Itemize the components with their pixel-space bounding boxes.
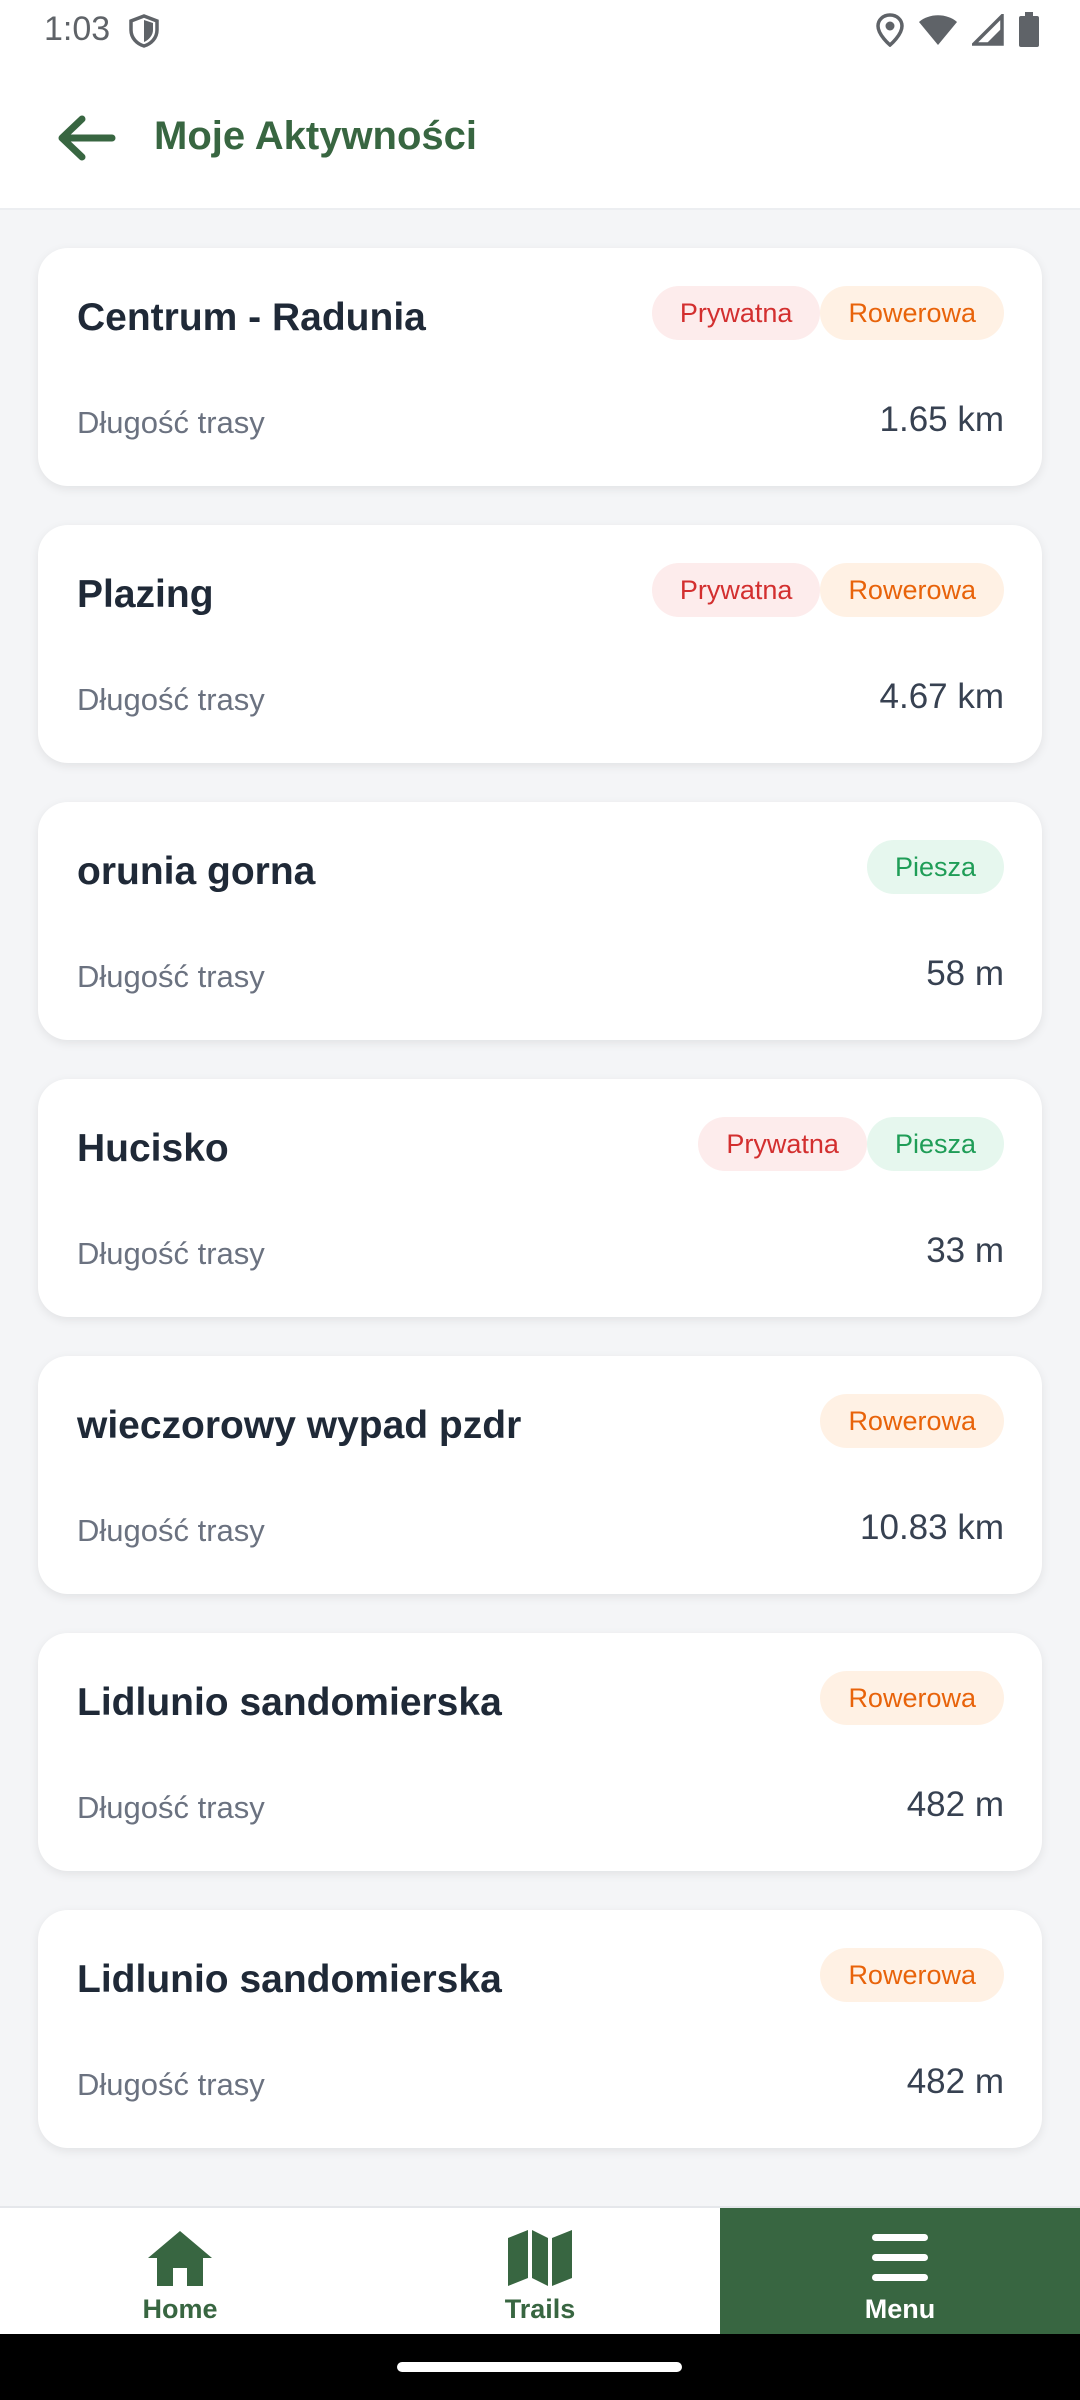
nav-menu[interactable]: Menu	[720, 2208, 1080, 2336]
system-nav-bar	[0, 2334, 1080, 2400]
length-value: 482 m	[906, 2062, 1004, 2101]
length-label: Długość trasy	[77, 405, 265, 440]
length-value: 58 m	[926, 954, 1004, 993]
activity-badges: Rowerowa	[820, 1671, 1004, 1725]
activity-name: Plazing	[77, 573, 214, 616]
status-bar: 1:03	[0, 0, 1080, 62]
badge-walk: Piesza	[866, 840, 1004, 894]
activity-badges: Piesza	[866, 840, 1004, 894]
length-label: Długość trasy	[77, 1236, 265, 1271]
shield-icon	[128, 14, 160, 48]
badge-private: Prywatna	[651, 563, 821, 617]
activity-name: Lidlunio sandomierska	[77, 1681, 502, 1724]
badge-private: Prywatna	[698, 1117, 867, 1171]
length-value: 10.83 km	[860, 1508, 1004, 1547]
activity-card[interactable]: wieczorowy wypad pzdr Rowerowa Długość t…	[38, 1356, 1042, 1594]
activity-card[interactable]: Plazing Prywatna Rowerowa Długość trasy …	[38, 525, 1042, 763]
activity-name: wieczorowy wypad pzdr	[77, 1404, 522, 1447]
back-button[interactable]	[50, 104, 122, 176]
activity-name: Lidlunio sandomierska	[77, 1958, 502, 2001]
badge-bike: Rowerowa	[820, 563, 1004, 617]
badge-bike: Rowerowa	[820, 1394, 1004, 1448]
length-value: 33 m	[926, 1231, 1004, 1270]
activity-card[interactable]: orunia gorna Piesza Długość trasy 58 m	[38, 802, 1042, 1040]
activity-badges: Rowerowa	[820, 1394, 1004, 1448]
length-value: 482 m	[906, 1785, 1004, 1824]
gesture-handle[interactable]	[397, 2362, 682, 2372]
bottom-nav: Home Trails Menu	[0, 2206, 1080, 2336]
length-label: Długość trasy	[77, 2067, 265, 2102]
badge-private: Prywatna	[651, 286, 821, 340]
length-label: Długość trasy	[77, 1513, 265, 1548]
arrow-left-icon	[56, 114, 116, 167]
activity-card[interactable]: Lidlunio sandomierska Rowerowa Długość t…	[38, 1910, 1042, 2148]
page-title: Moje Aktywności	[154, 114, 478, 158]
app-bar: Moje Aktywności	[0, 62, 1080, 210]
activity-badges: Prywatna Piesza	[698, 1117, 1004, 1171]
length-value: 1.65 km	[879, 400, 1005, 439]
wifi-icon	[918, 14, 958, 46]
menu-icon	[870, 2228, 930, 2288]
badge-bike: Rowerowa	[820, 286, 1004, 340]
activity-list: Centrum - Radunia Prywatna Rowerowa Dług…	[38, 248, 1042, 2187]
activity-card[interactable]: Hucisko Prywatna Piesza Długość trasy 33…	[38, 1079, 1042, 1317]
activity-name: Centrum - Radunia	[77, 296, 426, 339]
length-label: Długość trasy	[77, 1790, 265, 1825]
map-icon	[506, 2228, 574, 2288]
activity-badges: Prywatna Rowerowa	[651, 563, 1004, 617]
nav-trails-label: Trails	[504, 2294, 576, 2324]
activity-badges: Prywatna Rowerowa	[651, 286, 1004, 340]
signal-icon	[972, 14, 1004, 46]
activity-card[interactable]: Lidlunio sandomierska Rowerowa Długość t…	[38, 1633, 1042, 1871]
activity-name: orunia gorna	[77, 850, 316, 893]
length-label: Długość trasy	[77, 682, 265, 717]
status-time: 1:03	[44, 10, 111, 48]
battery-icon	[1018, 12, 1040, 48]
badge-bike: Rowerowa	[820, 1948, 1004, 2002]
activity-name: Hucisko	[77, 1127, 229, 1170]
nav-home[interactable]: Home	[0, 2208, 360, 2336]
length-label: Długość trasy	[77, 959, 265, 994]
nav-menu-label: Menu	[864, 2294, 936, 2324]
home-icon	[145, 2228, 215, 2288]
length-value: 4.67 km	[879, 677, 1005, 716]
badge-walk: Piesza	[866, 1117, 1004, 1171]
nav-home-label: Home	[142, 2294, 218, 2324]
activity-card[interactable]: Centrum - Radunia Prywatna Rowerowa Dług…	[38, 248, 1042, 486]
location-icon	[876, 13, 904, 47]
activity-badges: Rowerowa	[820, 1948, 1004, 2002]
nav-trails[interactable]: Trails	[360, 2208, 720, 2336]
badge-bike: Rowerowa	[820, 1671, 1004, 1725]
